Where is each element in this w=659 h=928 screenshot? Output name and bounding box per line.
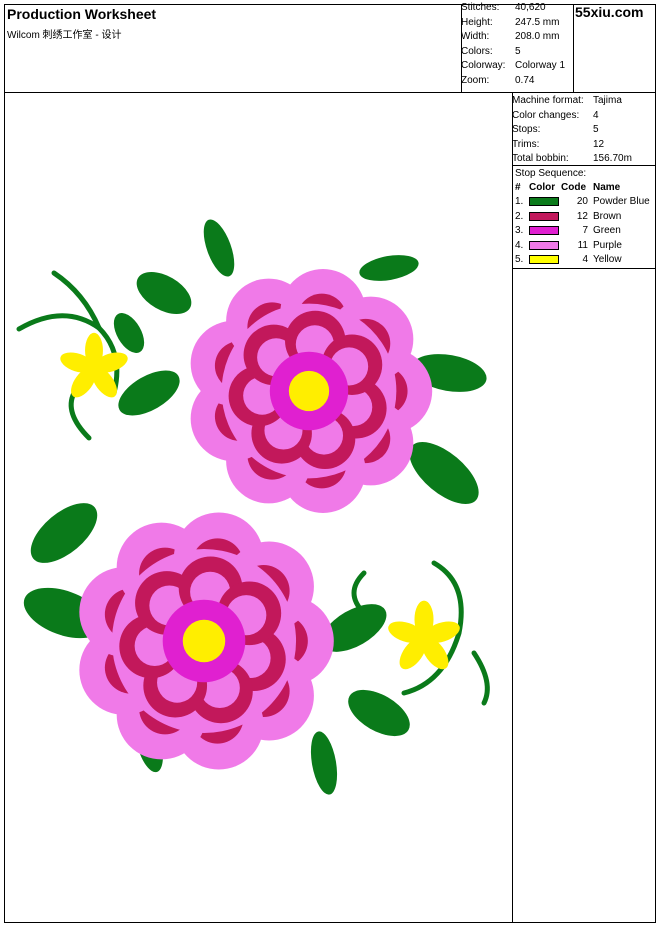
leaf-shape [136, 271, 192, 315]
stops-divider [512, 268, 656, 269]
thread-code: 12 [576, 210, 588, 222]
color-swatch [529, 240, 559, 250]
machine-row: Color changes: 4 [512, 109, 599, 121]
leaf-shape [118, 370, 180, 416]
machine-row: Machine format: Tajima [512, 95, 622, 106]
stop-number: 3. [515, 225, 524, 237]
stat-row: Height: 247.5 mm [461, 16, 560, 28]
peony-stamens [288, 370, 330, 412]
peony-stamens [182, 619, 226, 663]
leaf-shape [203, 219, 235, 277]
thread-name: Powder Blue [593, 196, 650, 207]
machine-row: Trims: 12 [512, 138, 605, 150]
stat-row: Width: 208.0 mm [461, 31, 560, 43]
stat-row: Colorway: Colorway 1 [461, 60, 566, 72]
embroidery-preview [16, 219, 490, 795]
stop-number: 1. [515, 196, 524, 207]
machine-info: Machine format: Tajima Color changes: 4 St… [512, 94, 632, 167]
stop-number: 4. [515, 239, 524, 251]
machine-row: Total bobbin: 156.70m [512, 153, 632, 165]
stop-sequence-heading: Stop Sequence: [515, 168, 587, 179]
thread-code: 7 [582, 225, 588, 237]
thread-name: Brown [593, 210, 622, 222]
stop-row: 1. 20 Powder Blue [512, 195, 656, 210]
stop-number: 5. [515, 254, 524, 266]
stop-sequence-columns: # Color Code Name [515, 182, 621, 193]
color-swatch [529, 197, 559, 206]
thread-code: 20 [576, 196, 588, 207]
stop-row: 4. 11 Purple [512, 239, 656, 254]
stop-row: 2. 12 Brown [512, 210, 656, 225]
embroidery-design [4, 93, 512, 923]
design-subtitle: Wilcom 刺绣工作室 - 设计 [7, 30, 122, 41]
stat-row: Colors: 5 [461, 45, 521, 57]
thread-code: 4 [582, 254, 588, 266]
machine-row: Stops: 5 [512, 124, 599, 136]
thread-name: Purple [593, 239, 622, 251]
stop-row: 3. 7 Green [512, 224, 656, 239]
stat-row: Zoom: 0.74 [461, 74, 535, 86]
color-swatch [529, 255, 559, 265]
stop-row: 5. 4 Yellow [512, 253, 656, 268]
stop-number: 2. [515, 210, 524, 222]
vine-stem [471, 650, 490, 706]
leaf-shape [359, 255, 419, 281]
color-swatch [529, 226, 559, 236]
thread-name: Yellow [593, 254, 622, 266]
design-stats: Stitches: 40,620 Height: 247.5 mm Width: 20… [461, 1, 565, 89]
vine-stem [68, 390, 92, 441]
leaf-shape [310, 731, 338, 795]
page-title: Production Worksheet [7, 6, 157, 22]
brand-divider [573, 4, 574, 93]
stat-row: Stitches: 40,620 [461, 2, 546, 13]
color-swatch [529, 211, 559, 221]
thread-name: Green [593, 225, 621, 237]
stop-sequence: Stop Sequence: # Color Code Name 1. 20 Pow… [512, 167, 656, 268]
thread-code: 11 [577, 239, 588, 251]
brand-logo: 55xiu.com [575, 4, 644, 20]
leaf-shape [30, 503, 98, 563]
